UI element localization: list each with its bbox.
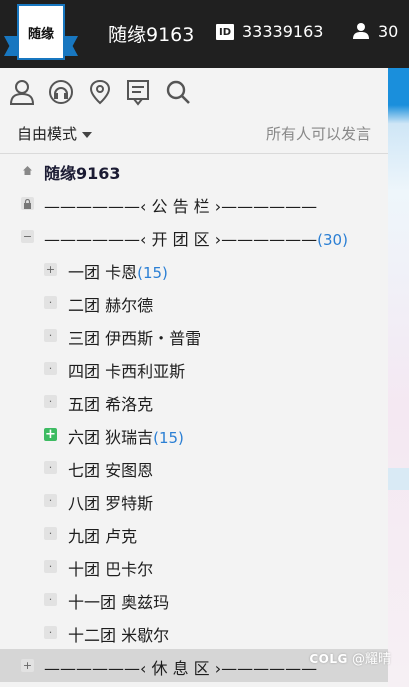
- sub-channel-item[interactable]: + 六团 狄瑞吉(15): [0, 418, 388, 451]
- user-icon[interactable]: [8, 78, 36, 106]
- id-icon: ID: [216, 24, 234, 40]
- headset-icon[interactable]: [47, 78, 75, 106]
- notice-channel-label: ——————‹ 公 告 栏 ›——————: [44, 197, 318, 216]
- sub-channel-label: 一团 卡恩(15): [68, 263, 168, 282]
- bullet-icon: ·: [44, 494, 57, 507]
- sub-channel-item[interactable]: · 九团 卢克: [0, 517, 388, 550]
- online-user-count: 30: [378, 22, 399, 41]
- online-users-icon: [353, 23, 369, 39]
- sub-channel-count: (15): [153, 429, 184, 447]
- channel-logo: 随缘: [4, 2, 78, 66]
- notice-board-icon[interactable]: [124, 78, 152, 106]
- chevron-down-icon: [82, 131, 93, 138]
- channel-toolbar: [8, 78, 228, 106]
- collapse-icon[interactable]: −: [21, 230, 34, 243]
- bullet-icon: ·: [44, 395, 57, 408]
- channel-name: 随缘9163: [108, 24, 195, 46]
- channel-id: 33339163: [242, 22, 324, 41]
- sub-channel-item[interactable]: + 一团 卡恩(15): [0, 253, 388, 286]
- root-channel-name: 随缘9163: [44, 164, 121, 183]
- search-icon[interactable]: [164, 78, 192, 106]
- sub-channel-item[interactable]: · 十二团 米歇尔: [0, 616, 388, 649]
- bullet-icon: ·: [44, 461, 57, 474]
- rest-group-label: ——————‹ 休 息 区 ›——————: [44, 659, 318, 678]
- sub-channel-label: 十团 巴卡尔: [68, 560, 154, 579]
- sub-channel-item[interactable]: · 三团 伊西斯・普雷: [0, 319, 388, 352]
- sub-channel-label: 四团 卡西利亚斯: [68, 362, 186, 381]
- mode-description: 所有人可以发言: [265, 125, 371, 143]
- bullet-icon: ·: [44, 626, 57, 639]
- sub-channel-item[interactable]: · 二团 赫尔德: [0, 286, 388, 319]
- bullet-icon: ·: [44, 362, 57, 375]
- sub-channel-label: 二团 赫尔德: [68, 296, 154, 315]
- sub-channel-label: 八团 罗特斯: [68, 494, 154, 513]
- lock-icon: [21, 197, 34, 210]
- sub-channel-label: 六团 狄瑞吉(15): [68, 428, 184, 447]
- mode-label: 自由模式: [17, 125, 78, 143]
- channel-root[interactable]: 随缘9163: [0, 154, 388, 187]
- expand-icon[interactable]: +: [21, 659, 34, 672]
- mode-selector[interactable]: 自由模式: [17, 123, 93, 144]
- sub-channel-item[interactable]: · 七团 安图恩: [0, 451, 388, 484]
- sub-channel-item[interactable]: · 八团 罗特斯: [0, 484, 388, 517]
- watermark: COLG @耀晴: [309, 652, 391, 667]
- sub-channel-item[interactable]: · 四团 卡西利亚斯: [0, 352, 388, 385]
- bullet-icon: ·: [44, 593, 57, 606]
- bullet-icon: ·: [44, 527, 57, 540]
- logo-card: 随缘: [17, 4, 65, 60]
- sub-channel-label: 十二团 米歇尔: [68, 626, 170, 645]
- channel-open-group[interactable]: − ——————‹ 开 团 区 ›——————(30): [0, 220, 388, 253]
- sub-channel-count: (15): [137, 264, 168, 282]
- sub-channel-item[interactable]: · 十团 巴卡尔: [0, 550, 388, 583]
- sub-channel-label: 五团 希洛克: [68, 395, 154, 414]
- bullet-icon: ·: [44, 560, 57, 573]
- top-bar: 随缘 随缘9163 ID 33339163 30: [0, 0, 409, 68]
- home-icon: [21, 164, 34, 177]
- bullet-icon: ·: [44, 329, 57, 342]
- open-group-label: ——————‹ 开 团 区 ›——————(30): [44, 230, 348, 249]
- sub-channel-label: 九团 卢克: [68, 527, 138, 546]
- sub-channel-label: 三团 伊西斯・普雷: [68, 329, 202, 348]
- sub-channel-label: 十一团 奥兹玛: [68, 593, 170, 612]
- content-edge: [388, 68, 409, 687]
- bullet-icon: ·: [44, 296, 57, 309]
- sub-channel-item[interactable]: · 十一团 奥兹玛: [0, 583, 388, 616]
- expand-icon[interactable]: +: [44, 263, 57, 276]
- channel-notice[interactable]: ——————‹ 公 告 栏 ›——————: [0, 187, 388, 220]
- location-icon[interactable]: [86, 78, 114, 106]
- expand-green-icon[interactable]: +: [44, 428, 57, 441]
- sub-channel-item[interactable]: · 五团 希洛克: [0, 385, 388, 418]
- sub-channel-label: 七团 安图恩: [68, 461, 154, 480]
- open-group-count: (30): [317, 231, 348, 249]
